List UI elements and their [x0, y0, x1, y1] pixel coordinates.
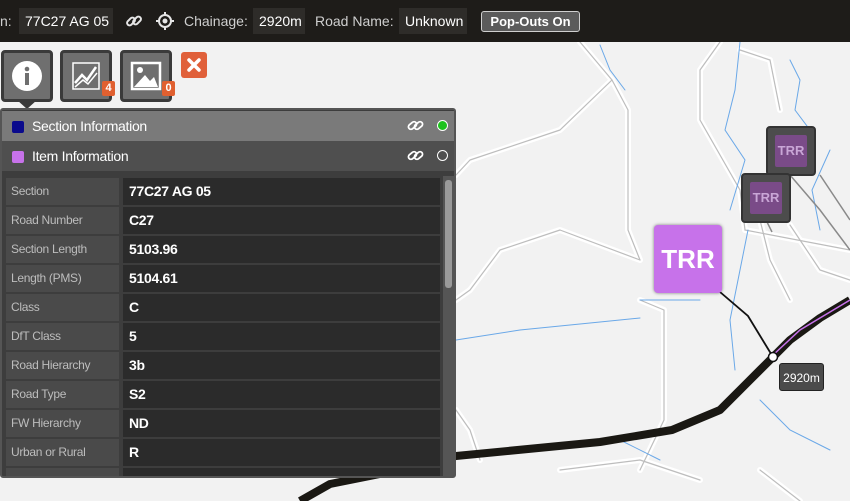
trr-marker-label: TRR [775, 135, 807, 167]
table-row: Surface Description LOWTHER ROAD [6, 468, 440, 476]
road-name-value: Unknown [399, 8, 467, 34]
trr-marker-large[interactable]: TRR [654, 225, 722, 293]
section-value: 77C27 AG 05 [19, 8, 113, 34]
field-label: Surface Description [6, 468, 119, 476]
table-row: Section Length 5103.96 [6, 236, 440, 263]
field-label: Class [6, 294, 119, 321]
layer-color-swatch [12, 151, 24, 163]
field-value: LOWTHER ROAD [123, 468, 440, 476]
table-row: Section 77C27 AG 05 [6, 178, 440, 205]
layer-section-information[interactable]: Section Information [2, 111, 454, 141]
link-icon[interactable] [407, 119, 425, 133]
field-label: Section [6, 178, 119, 205]
table-row: Class C [6, 294, 440, 321]
field-value: C [123, 294, 440, 321]
table-row: FW Hierarchy ND [6, 410, 440, 437]
road-name-label: Road Name: [315, 13, 394, 29]
field-value: S2 [123, 381, 440, 408]
link-icon[interactable] [125, 12, 143, 30]
field-label: DfT Class [6, 323, 119, 350]
layer-color-swatch [12, 121, 24, 133]
layer-label: Item Information [32, 148, 129, 164]
status-indicator[interactable] [437, 120, 448, 131]
info-button[interactable] [1, 50, 53, 102]
field-label: Length (PMS) [6, 265, 119, 292]
field-value: 5104.61 [123, 265, 440, 292]
table-row: Urban or Rural R [6, 439, 440, 466]
link-icon[interactable] [407, 149, 425, 163]
table-row: DfT Class 5 [6, 323, 440, 350]
field-label: FW Hierarchy [6, 410, 119, 437]
layer-item-information[interactable]: Item Information [2, 141, 454, 171]
field-value: 77C27 AG 05 [123, 178, 440, 205]
info-panel: Section Information Item Information Sec… [0, 108, 456, 478]
field-value: R [123, 439, 440, 466]
trr-marker-label: TRR [750, 182, 782, 214]
status-indicator[interactable] [437, 150, 448, 161]
popouts-toggle-button[interactable]: Pop-Outs On [481, 11, 580, 32]
close-icon [187, 58, 201, 72]
field-value: C27 [123, 207, 440, 234]
field-label: Road Number [6, 207, 119, 234]
scrollbar-thumb[interactable] [445, 180, 452, 288]
field-value: 3b [123, 352, 440, 379]
field-value: ND [123, 410, 440, 437]
table-row: Road Number C27 [6, 207, 440, 234]
chainage-value: 2920m [253, 8, 305, 34]
layer-label: Section Information [32, 118, 147, 134]
info-icon [12, 61, 42, 91]
table-row: Road Hierarchy 3b [6, 352, 440, 379]
table-row: Length (PMS) 5104.61 [6, 265, 440, 292]
attribute-table: Section 77C27 AG 05 Road Number C27 Sectio… [2, 176, 443, 476]
image-count-badge: 0 [162, 81, 175, 96]
trr-marker-small-2[interactable]: TRR [741, 173, 791, 223]
field-value: 5 [123, 323, 440, 350]
chainage-tooltip: 2920m [779, 363, 824, 391]
chainage-label: Chainage: [184, 13, 248, 29]
section-label: n: [0, 13, 12, 29]
field-label: Road Hierarchy [6, 352, 119, 379]
close-button[interactable] [181, 52, 207, 78]
field-label: Urban or Rural [6, 439, 119, 466]
field-label: Section Length [6, 236, 119, 263]
field-value: 5103.96 [123, 236, 440, 263]
chart-count-badge: 4 [102, 81, 115, 96]
table-row: Road Type S2 [6, 381, 440, 408]
crosshair-icon[interactable] [156, 12, 174, 30]
chainage-point [767, 351, 779, 363]
top-bar: n: 77C27 AG 05 Chainage: 2920m Road Name… [0, 0, 850, 42]
field-label: Road Type [6, 381, 119, 408]
trr-marker-small-1[interactable]: TRR [766, 126, 816, 176]
